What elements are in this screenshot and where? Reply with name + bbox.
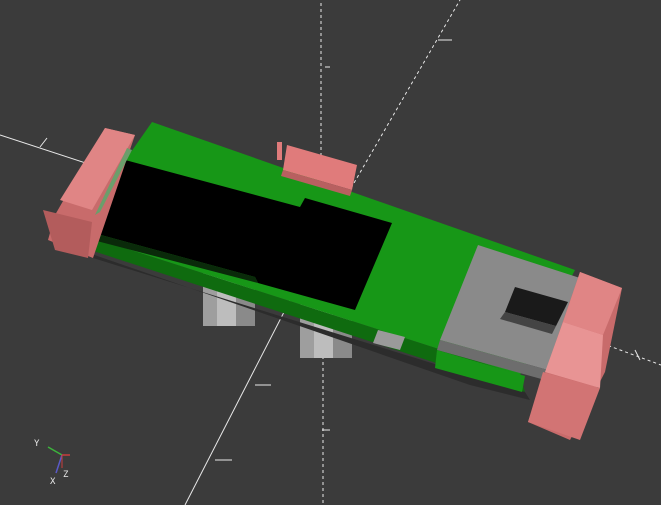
axes-y-line: [47, 446, 63, 456]
axes-label-y: Y: [34, 439, 40, 449]
axes-indicator: Y Z X: [34, 439, 70, 487]
axes-z-line: [55, 454, 63, 474]
3d-viewport[interactable]: Y Z X: [0, 0, 661, 505]
scene-canvas[interactable]: Y Z X: [0, 0, 661, 505]
axes-label-z: Z: [63, 470, 69, 480]
top-connector-pin: [277, 142, 282, 160]
tick: [634, 349, 641, 361]
tick: [39, 137, 48, 148]
axes-label-x: X: [50, 477, 56, 487]
